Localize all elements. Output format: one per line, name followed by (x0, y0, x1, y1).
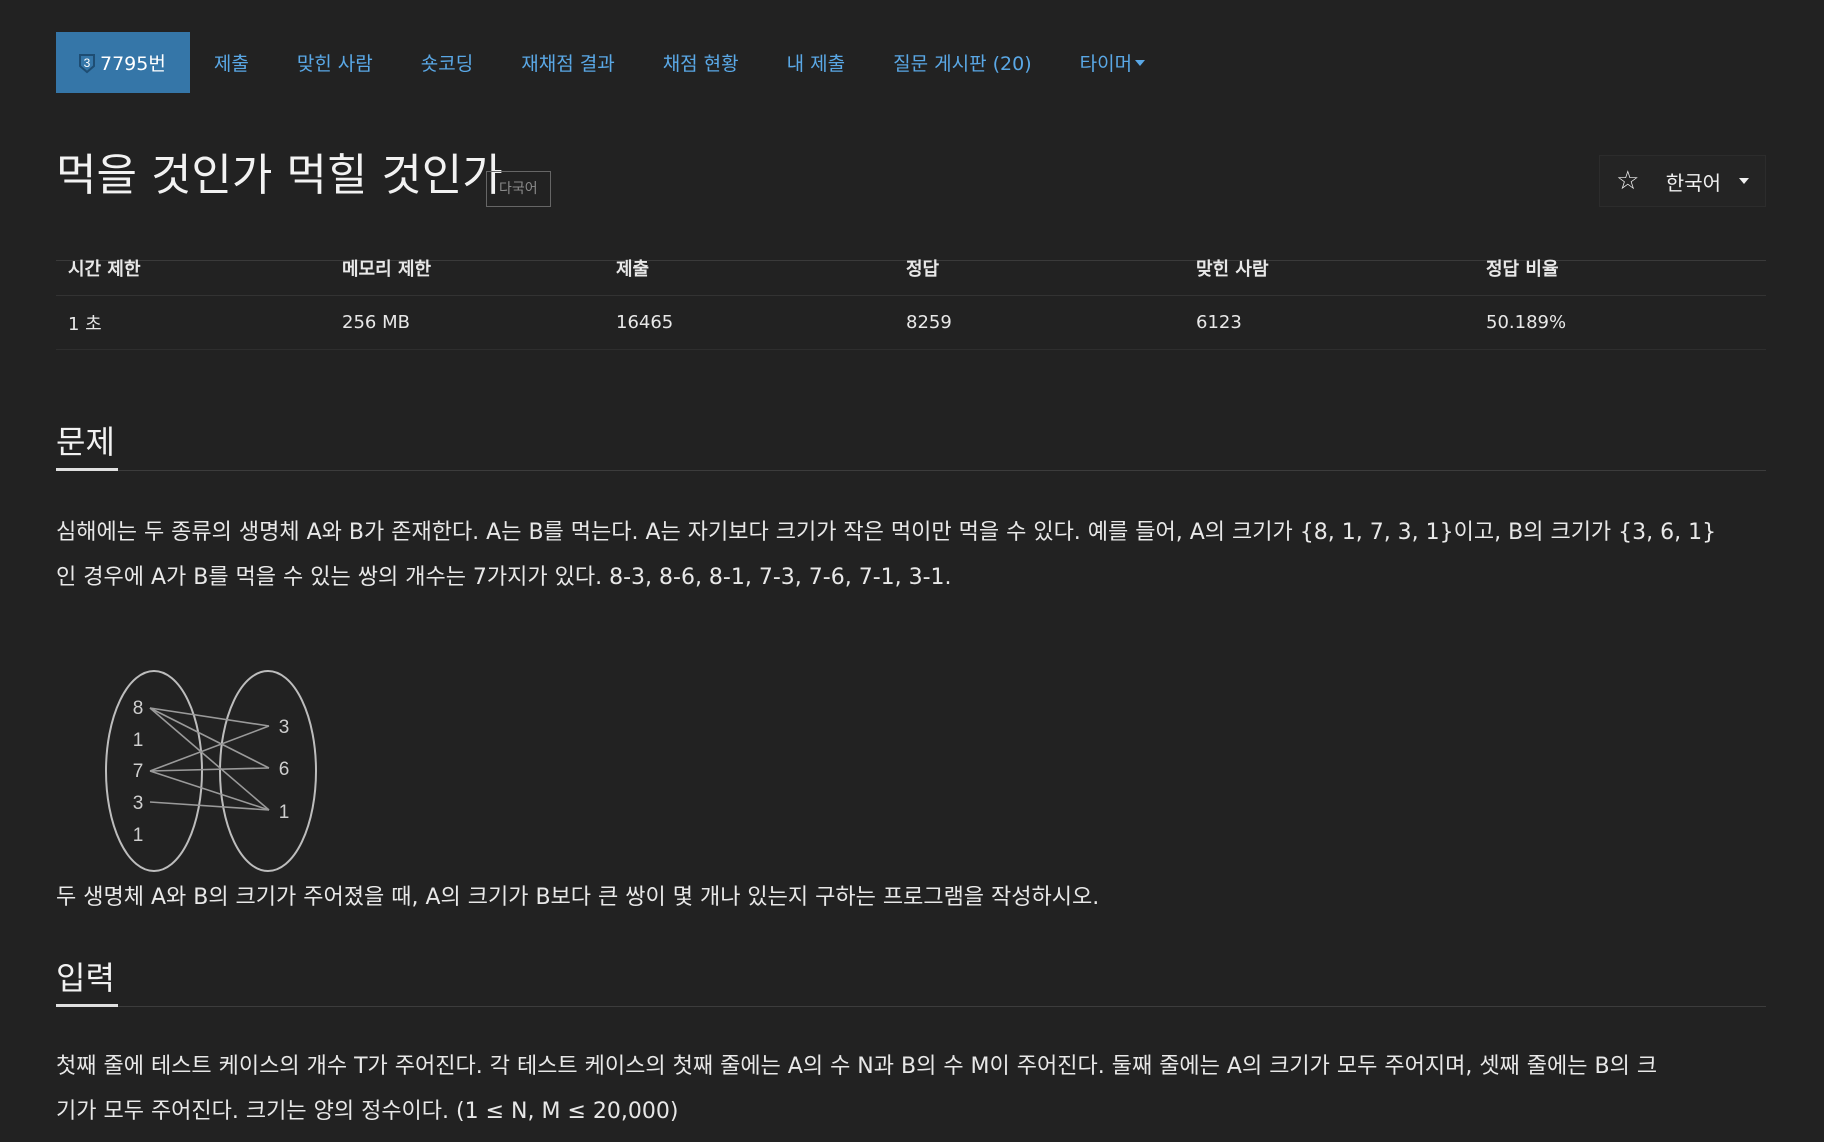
table-header-row: 시간 제한 메모리 제한 제출 정답 맞힌 사람 정답 비율 (56, 241, 1766, 296)
problem-description-line3: 두 생명체 A와 B의 크기가 주어졌을 때, A의 크기가 B보다 큰 쌍이 … (56, 885, 1100, 910)
pairs-diagram: 8 1 7 3 1 3 6 1 (105, 670, 317, 872)
tab-label: 맞힌 사람 (296, 53, 373, 75)
section-divider (56, 470, 1766, 471)
tab-rejudge-results[interactable]: 재채점 결과 (497, 32, 638, 93)
set-b-label: 6 (279, 759, 290, 780)
value-solved-users: 6123 (1184, 295, 1474, 350)
tab-label: 내 제출 (786, 53, 846, 75)
tab-label: 재채점 결과 (521, 53, 615, 75)
tab-solved-users[interactable]: 맞힌 사람 (273, 32, 397, 93)
section-underline (56, 1004, 118, 1007)
input-description-line1: 첫째 줄에 테스트 케이스의 개수 T가 주어진다. 각 테스트 케이스의 첫째… (56, 1054, 1658, 1079)
section-title-input: 입력 (56, 959, 115, 997)
table-row: 1 초 256 MB 16465 8259 6123 50.189% (56, 295, 1766, 350)
tab-judge-status[interactable]: 채점 현황 (639, 32, 763, 93)
value-accept-ratio: 50.189% (1474, 295, 1766, 350)
star-icon: ☆ (1616, 166, 1640, 196)
tab-submit[interactable]: 제출 (190, 32, 273, 93)
tab-my-submissions[interactable]: 내 제출 (763, 32, 869, 93)
value-accepted: 8259 (894, 295, 1184, 350)
set-b-labels: 3 6 1 (279, 717, 290, 823)
input-description-line2: 기가 모두 주어진다. 크기는 양의 정수이다. (1 ≤ N, M ≤ 20,… (56, 1099, 679, 1124)
chevron-down-icon (1739, 178, 1749, 184)
value-memory-limit: 256 MB (330, 295, 604, 350)
set-a-label: 7 (133, 761, 144, 782)
tab-label: 타이머 (1079, 53, 1133, 75)
set-b-label: 1 (279, 802, 290, 823)
problem-page: 3 7795번 제출 맞힌 사람 숏코딩 재채점 결과 채점 현황 내 제출 질… (56, 32, 1766, 1124)
section-title-problem: 문제 (56, 423, 115, 461)
header-accepted: 정답 (894, 241, 1184, 296)
favorite-button[interactable]: ☆ (1600, 156, 1656, 206)
language-select[interactable]: 한국어 (1656, 156, 1765, 206)
header-memory-limit: 메모리 제한 (330, 241, 604, 296)
tab-timer[interactable]: 타이머 (1056, 32, 1169, 93)
section-underline (56, 468, 118, 471)
page-title: 먹을 것인가 먹힐 것인가 (56, 150, 503, 201)
value-submissions: 16465 (604, 295, 894, 350)
tier-badge-icon: 3 (79, 53, 95, 73)
problem-number: 7795번 (100, 53, 166, 75)
title-tools: ☆ 한국어 (1598, 155, 1766, 207)
tab-label: 제출 (213, 53, 249, 75)
problem-description-line2: 인 경우에 A가 B를 먹을 수 있는 쌍의 개수는 7가지가 있다. 8-3,… (56, 565, 952, 590)
set-a-label: 1 (133, 825, 144, 846)
language-select-value: 한국어 (1665, 170, 1721, 195)
header-submissions: 제출 (604, 241, 894, 296)
problem-description-line1: 심해에는 두 종류의 생명체 A와 B가 존재한다. A는 B를 먹는다. A는… (56, 520, 1717, 545)
set-a-labels: 8 1 7 3 1 (133, 698, 144, 846)
tab-label: 질문 게시판 (20) (893, 53, 1032, 75)
set-b-label: 3 (279, 717, 290, 738)
section-divider (56, 1006, 1766, 1007)
header-solved-users: 맞힌 사람 (1184, 241, 1474, 296)
tab-label: 채점 현황 (662, 53, 739, 75)
problem-info-table: 시간 제한 메모리 제한 제출 정답 맞힌 사람 정답 비율 1 초 256 M… (56, 241, 1766, 350)
set-b-ellipse (219, 670, 317, 872)
set-a-label: 3 (133, 793, 144, 814)
tab-label: 숏코딩 (420, 53, 474, 75)
header-time-limit: 시간 제한 (56, 241, 330, 296)
set-a-label: 1 (133, 730, 144, 751)
pair-lines (149, 707, 270, 811)
problem-tabs: 3 7795번 제출 맞힌 사람 숏코딩 재채점 결과 채점 현황 내 제출 질… (56, 32, 1766, 93)
tab-question-board[interactable]: 질문 게시판 (20) (869, 32, 1055, 93)
tab-short-coding[interactable]: 숏코딩 (397, 32, 497, 93)
value-time-limit: 1 초 (56, 295, 330, 350)
chevron-down-icon (1135, 59, 1146, 66)
header-accept-ratio: 정답 비율 (1474, 241, 1766, 296)
tab-problem[interactable]: 3 7795번 (56, 32, 190, 93)
set-a-label: 8 (133, 698, 144, 719)
multilingual-label: 다국어 (486, 171, 551, 207)
tier-badge-text: 3 (84, 56, 91, 70)
